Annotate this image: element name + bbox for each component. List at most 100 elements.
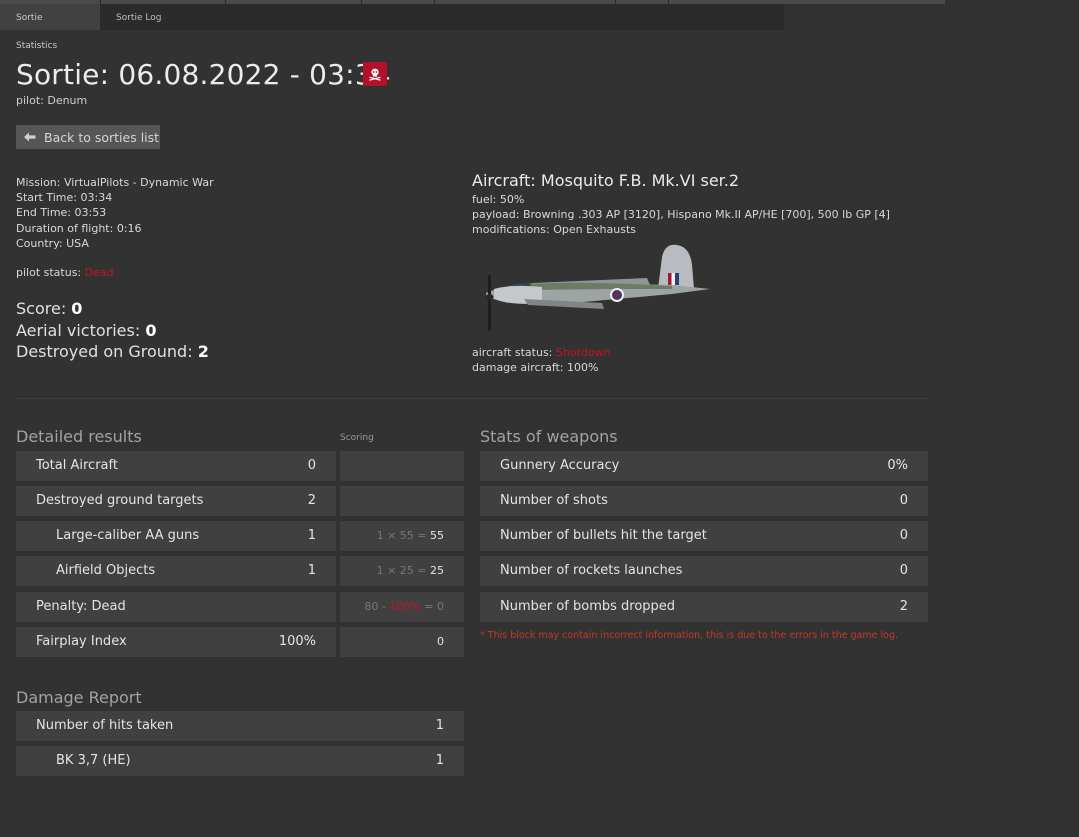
row-label: Number of rockets launches xyxy=(500,563,683,578)
row-label: Airfield Objects xyxy=(56,563,156,578)
row-label: Fairplay Index xyxy=(36,634,127,649)
aerial-victories-line: Aerial victories: 0 xyxy=(16,320,209,342)
row-value: 0 xyxy=(899,528,908,543)
row-label: Gunnery Accuracy xyxy=(500,458,620,473)
damage-report-title: Damage Report xyxy=(16,688,142,707)
aerial-victories-value: 0 xyxy=(145,320,157,340)
row-label: Number of bullets hit the target xyxy=(500,528,707,543)
row-label: Number of shots xyxy=(500,493,608,508)
scoring-header: Scoring xyxy=(340,433,374,443)
skull-icon xyxy=(369,68,381,81)
aircraft-status-label: aircraft status: xyxy=(472,346,553,359)
score-summary: Score: 0 Aerial victories: 0 Destroyed o… xyxy=(16,298,209,363)
row-value: 1 xyxy=(435,753,444,768)
tab-sortie-log[interactable]: Sortie Log xyxy=(100,4,177,30)
back-button-label: Back to sorties list xyxy=(44,129,160,145)
aircraft-status-value: Shotdown xyxy=(555,346,611,359)
row-value: 0% xyxy=(887,458,908,473)
row-label: Number of bombs dropped xyxy=(500,599,676,614)
pilot-status-label: pilot status: xyxy=(16,266,82,279)
arrow-left-icon xyxy=(24,132,36,142)
pilot-dead-badge xyxy=(363,62,387,86)
mission-info: Mission: VirtualPilots - Dynamic War Sta… xyxy=(16,175,214,251)
table-row: Fairplay Index 100% xyxy=(16,627,336,657)
tab-sortie-statistics[interactable]: Sortie Statistics xyxy=(0,4,100,51)
ground-destroyed-value: 2 xyxy=(197,342,209,361)
section-divider xyxy=(16,398,929,399)
page-title: Sortie: 06.08.2022 - 03:34 xyxy=(16,58,391,91)
row-value: 1 xyxy=(307,563,316,578)
scoring-cell xyxy=(340,451,464,481)
row-value: 2 xyxy=(899,599,908,614)
scoring-cell xyxy=(340,486,464,516)
aircraft-modifications: modifications: Open Exhausts xyxy=(472,223,637,237)
table-row: Large-caliber AA guns 1 xyxy=(16,521,336,551)
pilot-label: pilot: xyxy=(16,94,44,107)
ground-destroyed-line: Destroyed on Ground: 2 xyxy=(16,341,209,363)
aircraft-fuel: fuel: 50% xyxy=(472,193,525,206)
weapons-stats-title: Stats of weapons xyxy=(480,427,618,446)
country: Country: USA xyxy=(16,236,89,250)
mission-name: Mission: VirtualPilots - Dynamic War xyxy=(16,176,214,189)
row-value: 0 xyxy=(307,458,316,473)
end-time: End Time: 03:53 xyxy=(16,206,107,220)
table-row: Number of bullets hit the target 0 xyxy=(480,521,928,551)
table-row: Number of rockets launches 0 xyxy=(480,556,928,586)
aircraft-status: aircraft status: Shotdown damage aircraf… xyxy=(472,345,611,375)
score-line: Score: 0 xyxy=(16,298,209,320)
back-to-sorties-button[interactable]: Back to sorties list xyxy=(16,125,160,149)
weapons-disclaimer: * This block may contain incorrect infor… xyxy=(480,630,899,641)
scoring-calc: 1 × 25 = xyxy=(376,564,427,577)
score-value: 0 xyxy=(71,299,83,318)
table-row: Number of bombs dropped 2 xyxy=(480,592,928,622)
pilot-line: pilot: Denum xyxy=(16,94,87,107)
table-row: Total Aircraft 0 xyxy=(16,451,336,481)
aerial-victories-label: Aerial victories: xyxy=(16,320,141,340)
scoring-calc: 1 × 55 = xyxy=(376,529,427,542)
aircraft-status-line: aircraft status: Shotdown xyxy=(472,345,611,360)
tab-bar: Sortie Statistics Sortie Log xyxy=(0,4,784,51)
aircraft-payload: payload: Browning .303 AP [3120], Hispan… xyxy=(472,208,890,222)
row-value: 2 xyxy=(307,493,316,508)
pilot-status: pilot status: Dead xyxy=(16,266,114,279)
row-label: Penalty: Dead xyxy=(36,599,126,614)
scoring-result: = 0 xyxy=(424,600,444,613)
start-time: Start Time: 03:34 xyxy=(16,191,113,205)
penalty-percent: 100% xyxy=(389,600,421,613)
scoring-cell: 1 × 25 = 25 xyxy=(340,556,464,586)
table-row: Number of shots 0 xyxy=(480,486,928,516)
aircraft-info: fuel: 50% payload: Browning .303 AP [312… xyxy=(472,192,890,238)
scoring-cell: 80 - 100% = 0 xyxy=(340,592,464,622)
row-label: Destroyed ground targets xyxy=(36,493,204,508)
row-label: Number of hits taken xyxy=(36,718,174,733)
aircraft-image xyxy=(485,244,710,331)
row-value: 0 xyxy=(899,493,908,508)
scoring-cell: 0 xyxy=(340,627,464,657)
row-value: 1 xyxy=(307,528,316,543)
table-row: Penalty: Dead xyxy=(16,592,336,622)
row-label: Large-caliber AA guns xyxy=(56,528,200,543)
row-label: Total Aircraft xyxy=(36,458,118,473)
scoring-cell: 1 × 55 = 55 xyxy=(340,521,464,551)
scoring-calc: 80 - xyxy=(364,600,386,613)
aircraft-title: Aircraft: Mosquito F.B. Mk.VI ser.2 xyxy=(472,171,740,190)
pilot-name[interactable]: Denum xyxy=(47,94,87,107)
ground-destroyed-label: Destroyed on Ground: xyxy=(16,342,193,361)
table-row: Destroyed ground targets 2 xyxy=(16,486,336,516)
row-value: 0 xyxy=(899,563,908,578)
scoring-result: 0 xyxy=(437,635,444,648)
row-value: 100% xyxy=(278,634,316,649)
table-row: Airfield Objects 1 xyxy=(16,556,336,586)
aircraft-damage: damage aircraft: 100% xyxy=(472,361,599,375)
detailed-results-title: Detailed results xyxy=(16,427,142,446)
scoring-result: 55 xyxy=(430,529,444,542)
table-row: Gunnery Accuracy 0% xyxy=(480,451,928,481)
row-value: 1 xyxy=(435,718,444,733)
table-row: BK 3,7 (HE) 1 xyxy=(16,746,464,776)
pilot-status-value: Dead xyxy=(84,266,114,279)
row-label: BK 3,7 (HE) xyxy=(56,753,131,768)
table-row: Number of hits taken 1 xyxy=(16,711,464,741)
flight-duration: Duration of flight: 0:16 xyxy=(16,221,142,235)
score-label: Score: xyxy=(16,299,67,318)
scoring-result: 25 xyxy=(430,564,444,577)
